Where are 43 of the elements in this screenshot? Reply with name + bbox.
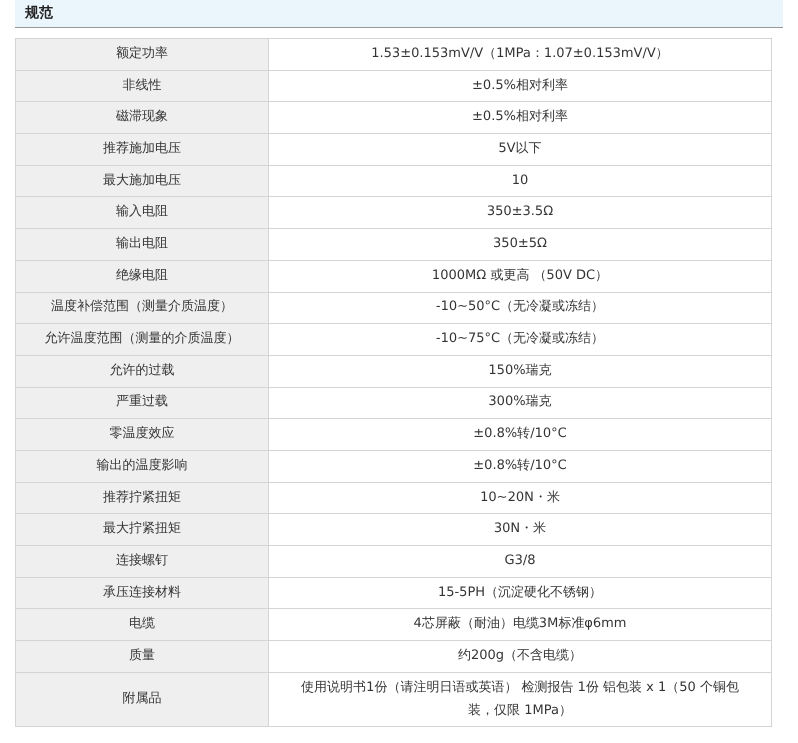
spec-label: 温度补偿范围（测量介质温度） — [16, 292, 268, 324]
spec-value: 15-5PH（沉淀硬化不锈钢） — [268, 577, 772, 609]
spec-label: 输出的温度影响 — [16, 450, 268, 482]
spec-value: 300%瑞克 — [268, 387, 772, 419]
spec-value: ±0.5%相对利率 — [268, 102, 772, 134]
spec-label: 输入电阻 — [16, 196, 268, 229]
spec-label: 磁滞现象 — [16, 102, 268, 134]
spec-value: 10~20N・米 — [268, 482, 772, 514]
spec-value: 5V以下 — [268, 134, 772, 166]
spec-label: 零温度效应 — [16, 418, 268, 450]
spec-value: 约200g（不含电缆） — [268, 640, 772, 672]
spec-label: 输出电阻 — [16, 228, 268, 260]
spec-value: 使用说明书1份（请注明日语或英语） 检测报告 1份 铝包装 x 1（50 个铜包装，仅限 1MPa） — [300, 678, 740, 720]
spec-value: -10~75°C（无冷凝或冻结） — [268, 324, 772, 356]
spec-value: G3/8 — [268, 546, 772, 578]
spec-label: 严重过载 — [16, 387, 268, 419]
spec-value: 1000MΩ 或更高 （50V DC） — [268, 260, 772, 292]
spec-value: 1.53±0.153mV/V（1MPa：1.07±0.153mV/V） — [268, 38, 772, 70]
spec-label: 推荐拧紧扭矩 — [16, 482, 268, 514]
spec-label: 承压连接材料 — [16, 577, 268, 609]
spec-label: 附属品 — [16, 672, 268, 727]
spec-value: 4芯屏蔽（耐油）电缆3M标准φ6mm — [268, 608, 772, 641]
spec-value: ±0.8%转/10°C — [268, 418, 772, 450]
spec-value: 350±3.5Ω — [268, 196, 772, 229]
spec-label: 允许温度范围（测量的介质温度） — [16, 324, 268, 356]
spec-label: 非线性 — [16, 70, 268, 102]
spec-value: 10 — [268, 165, 772, 197]
spec-label: 质量 — [16, 640, 268, 672]
spec-label: 最大施加电压 — [16, 165, 268, 197]
spec-label: 推荐施加电压 — [16, 134, 268, 166]
section-title: 规范 — [25, 5, 53, 22]
spec-label: 额定功率 — [16, 38, 268, 70]
spec-label: 允许的过载 — [16, 355, 268, 388]
spec-value: ±0.8%转/10°C — [268, 450, 772, 482]
spec-label: 绝缘电阻 — [16, 260, 268, 292]
spec-label: 电缆 — [16, 608, 268, 641]
spec-value: 150%瑞克 — [268, 355, 772, 388]
spec-value: 350±5Ω — [268, 228, 772, 260]
spec-value: -10~50°C（无冷凝或冻结） — [268, 292, 772, 324]
spec-value: ±0.5%相对利率 — [268, 70, 772, 102]
spec-label: 最大拧紧扭矩 — [16, 514, 268, 546]
spec-label: 连接螺钉 — [16, 546, 268, 578]
spec-value: 30N・米 — [268, 514, 772, 546]
